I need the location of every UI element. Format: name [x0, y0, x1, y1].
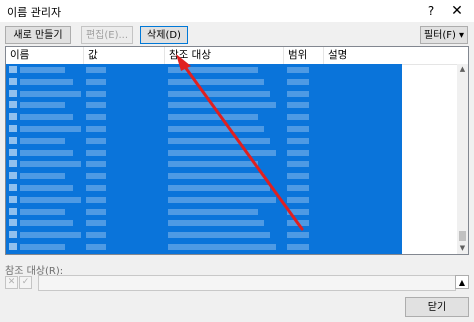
annotation-arrow: [176, 54, 304, 231]
